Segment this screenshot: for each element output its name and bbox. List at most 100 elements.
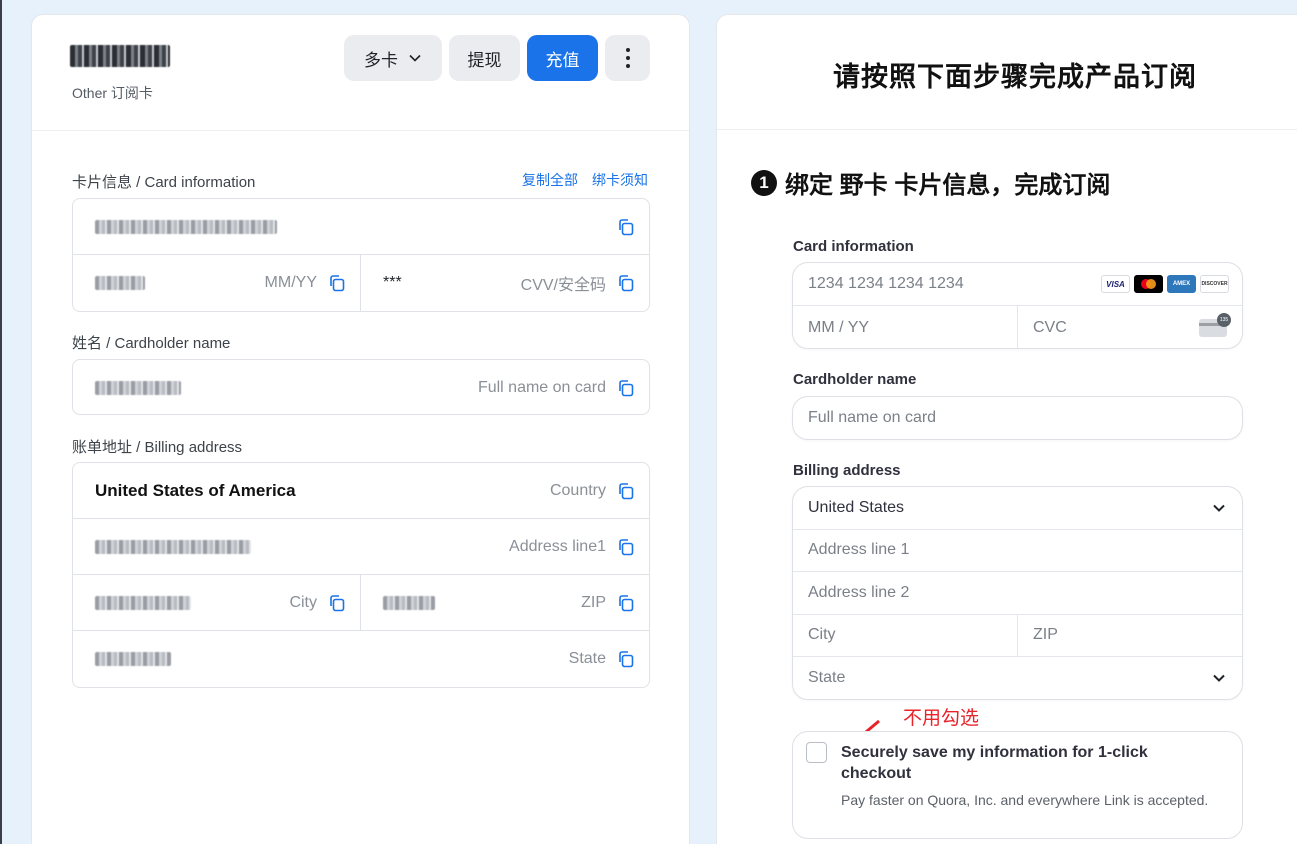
cardholder-name-label: Cardholder name <box>793 371 917 388</box>
save-info-title: Securely save my information for 1-click… <box>841 744 1148 782</box>
zip-input[interactable]: ZIP <box>1018 615 1242 657</box>
card-information-field-group: 1234 1234 1234 1234 VISA AMEX DISCOVER M… <box>792 262 1243 349</box>
save-info-checkbox[interactable] <box>806 742 827 763</box>
visa-icon: VISA <box>1101 275 1130 293</box>
cvc-placeholder: CVC <box>1033 318 1067 336</box>
more-options-button[interactable] <box>605 35 650 81</box>
city-input[interactable]: City <box>793 614 1018 656</box>
more-vertical-icon <box>625 48 630 68</box>
address2-row: Address line 2 <box>793 572 1242 615</box>
card-number-redacted <box>95 219 277 234</box>
address-line1-input[interactable]: Address line 1 <box>793 530 1242 572</box>
chevron-down-icon <box>1213 675 1225 683</box>
cvv-hint: CVV/安全码 <box>520 277 606 294</box>
cardholder-name-placeholder: Full name on card <box>808 409 937 426</box>
recharge-button[interactable]: 充值 <box>527 35 598 81</box>
copy-all-link[interactable]: 复制全部 <box>522 170 578 190</box>
country-row: United States of America Country <box>73 463 649 519</box>
country-row: United States <box>793 487 1242 530</box>
copy-icon[interactable] <box>327 273 347 293</box>
subscription-header: 请按照下面步骤完成产品订阅 <box>717 15 1297 130</box>
multi-card-dropdown[interactable]: 多卡 <box>344 35 442 81</box>
cvc-input[interactable]: CVC 135 <box>1018 306 1242 348</box>
card-information-label: Card information <box>793 238 914 255</box>
expiry-redacted <box>95 276 145 290</box>
card-header: Other 订阅卡 多卡 提现 充值 <box>32 15 689 131</box>
card-name-redacted <box>70 45 170 67</box>
billing-box: United States of America Country Address… <box>72 462 650 688</box>
no-check-annotation: 不用勾选 <box>903 708 980 729</box>
save-info-box: Securely save my information for 1-click… <box>792 731 1243 839</box>
card-number-input[interactable]: 1234 1234 1234 1234 VISA AMEX DISCOVER <box>793 263 1242 305</box>
page-title: 请按照下面步骤完成产品订阅 <box>833 62 1197 92</box>
billing-label: 账单地址 / Billing address <box>72 439 243 456</box>
card-type-subtitle: Other 订阅卡 <box>72 85 153 101</box>
binding-notice-link[interactable]: 绑卡须知 <box>592 170 648 190</box>
address-redacted <box>95 539 251 554</box>
address1-row: Address line 1 <box>793 530 1242 572</box>
cardholder-name-input[interactable]: Full name on card <box>792 396 1243 440</box>
country-value: United States of America <box>95 480 296 500</box>
country-select[interactable]: United States <box>793 487 1242 529</box>
copy-icon[interactable] <box>616 537 636 557</box>
city-zip-row: City ZIP <box>793 614 1242 657</box>
cardholder-redacted <box>95 381 181 395</box>
subscription-panel: 请按照下面步骤完成产品订阅 1 绑定 野卡 卡片信息，完成订阅 Card inf… <box>716 14 1297 844</box>
card-info-actions: 复制全部 绑卡须知 <box>522 170 648 190</box>
save-info-description: Pay faster on Quora, Inc. and everywhere… <box>841 792 1209 808</box>
address-line2-input[interactable]: Address line 2 <box>793 572 1242 614</box>
amex-icon: AMEX <box>1167 275 1196 293</box>
copy-icon[interactable] <box>616 593 636 613</box>
withdraw-button[interactable]: 提现 <box>449 35 520 81</box>
chevron-down-icon <box>409 54 421 62</box>
city-hint: City <box>289 593 317 611</box>
step-heading: 1 绑定 野卡 卡片信息，完成订阅 <box>751 165 1110 200</box>
card-number-row <box>73 199 649 255</box>
step-title: 绑定 野卡 卡片信息，完成订阅 <box>785 172 1111 199</box>
country-hint: Country <box>549 481 606 499</box>
state-placeholder: State <box>808 669 846 687</box>
billing-address-field-group: United States Address line 1 Address lin… <box>792 486 1243 700</box>
city-redacted <box>95 595 191 610</box>
copy-icon[interactable] <box>616 378 636 398</box>
address-hint: Address line1 <box>509 537 606 555</box>
state-redacted <box>95 652 171 666</box>
card-number-placeholder: 1234 1234 1234 1234 <box>808 275 964 292</box>
card-brand-icons: VISA AMEX DISCOVER <box>1101 275 1229 293</box>
window-edge <box>0 0 2 844</box>
multi-card-label: 多卡 <box>364 50 398 70</box>
expiry-cvc-row: MM / YY CVC 135 <box>793 306 1242 348</box>
city-zip-row: City ZIP <box>73 575 649 631</box>
copy-icon[interactable] <box>327 593 347 613</box>
expiry-input[interactable]: MM / YY <box>793 306 1018 348</box>
card-info-box: MM/YY *** CVV/安全码 <box>72 198 650 312</box>
address-line1-placeholder: Address line 1 <box>808 541 910 559</box>
state-select[interactable]: State <box>793 657 1242 699</box>
card-info-label: 卡片信息 / Card information <box>72 174 256 191</box>
cvv-value: *** <box>383 274 402 291</box>
state-row: State <box>73 631 649 687</box>
copy-icon[interactable] <box>616 273 636 293</box>
expiry-hint: MM/YY <box>264 274 317 291</box>
address-line2-placeholder: Address line 2 <box>808 583 910 601</box>
cardholder-box: Full name on card <box>72 359 650 415</box>
state-hint: State <box>568 650 606 667</box>
mastercard-icon <box>1134 275 1163 293</box>
cvc-card-icon: 135 <box>1199 312 1231 337</box>
cardholder-row: Full name on card <box>73 360 649 416</box>
copy-icon[interactable] <box>616 217 636 237</box>
zip-placeholder: ZIP <box>1033 626 1058 644</box>
discover-icon: DISCOVER <box>1200 275 1229 293</box>
copy-icon[interactable] <box>616 481 636 501</box>
expiry-placeholder: MM / YY <box>808 318 870 336</box>
cardholder-hint: Full name on card <box>477 379 606 396</box>
address-row: Address line1 <box>73 519 649 575</box>
card-number-row: 1234 1234 1234 1234 VISA AMEX DISCOVER <box>793 263 1242 306</box>
chevron-down-icon <box>1213 504 1225 512</box>
billing-address-label: Billing address <box>793 462 901 479</box>
step-number-badge: 1 <box>751 169 777 196</box>
copy-icon[interactable] <box>616 649 636 669</box>
city-placeholder: City <box>808 626 836 644</box>
cardholder-label: 姓名 / Cardholder name <box>72 335 231 352</box>
zip-redacted <box>383 595 435 610</box>
